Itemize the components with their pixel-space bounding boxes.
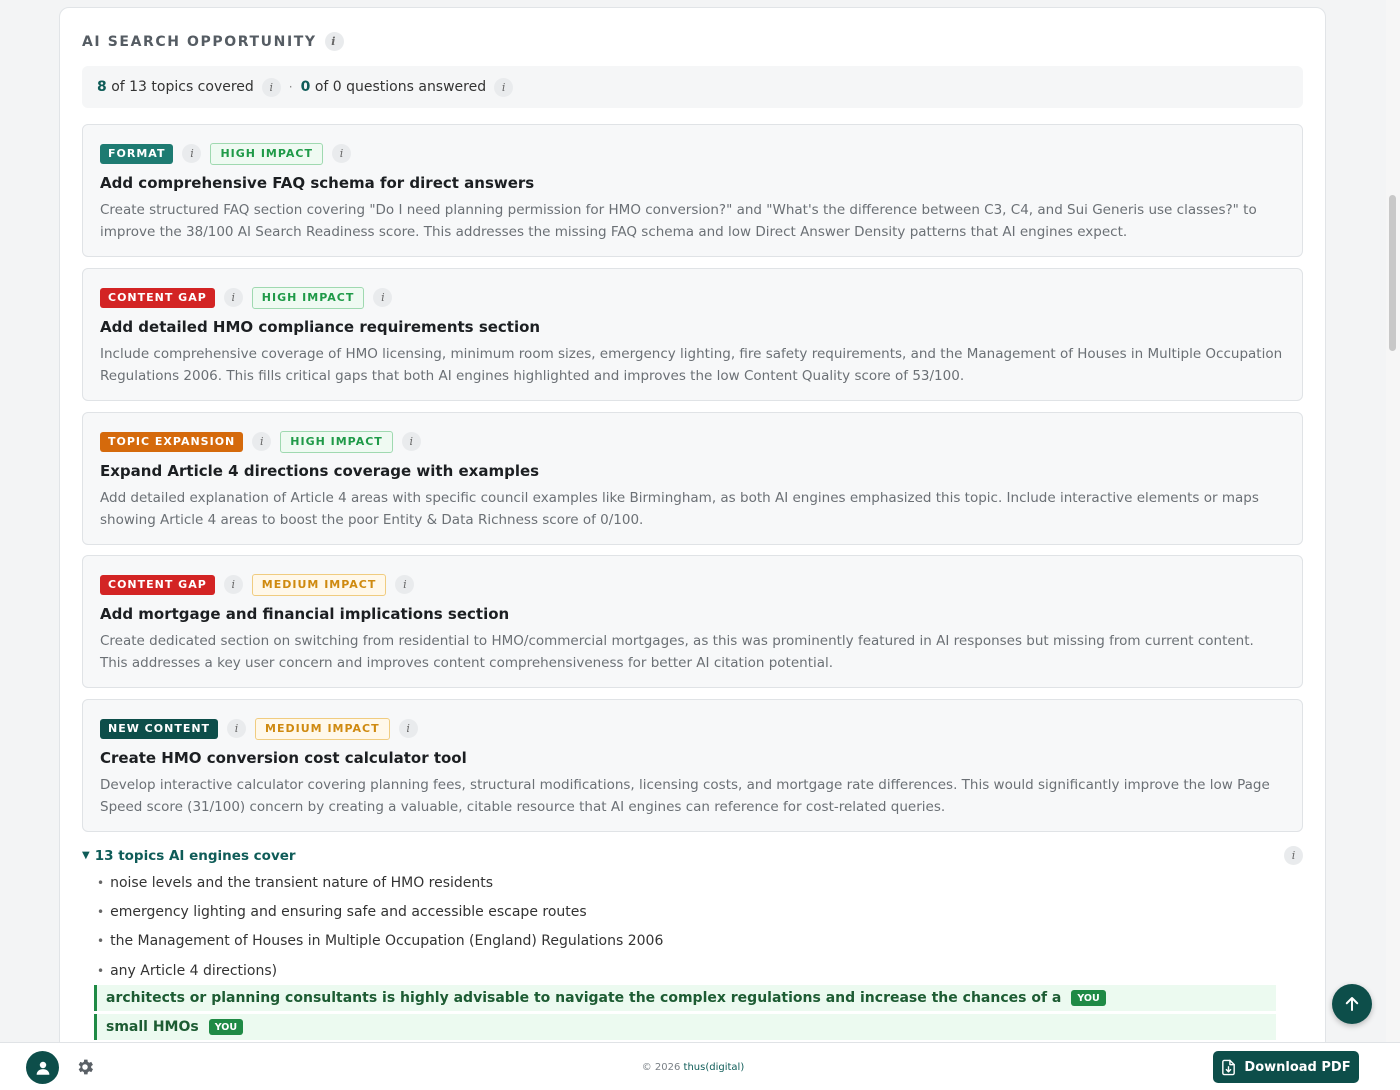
impact-badge: HIGH IMPACT [280,430,393,453]
you-badge: YOU [208,1019,244,1036]
topic-list: • noise levels and the transient nature o… [94,868,1276,1042]
recommendation-card: NEW CONTENT i MEDIUM IMPACT i Create HMO con… [82,699,1303,832]
info-icon[interactable]: i [261,77,281,97]
info-icon[interactable]: i [373,288,393,307]
topics-header: ▼ 13 topics AI engines cover i [82,846,1303,865]
section-title: AI SEARCH OPPORTUNITY [82,33,317,50]
recommendation-header: NEW CONTENT i MEDIUM IMPACT i [100,717,1284,740]
impact-badge: MEDIUM IMPACT [251,573,387,596]
footer-bar: © 2026 thus(digital) Download PDF [0,1042,1400,1090]
impact-badge: MEDIUM IMPACT [255,717,390,740]
info-icon[interactable]: i [252,432,272,451]
content-scroll-area[interactable]: AI SEARCH OPPORTUNITY i 8 of 13 topics c… [0,0,1386,1042]
info-icon[interactable]: i [401,432,421,451]
info-icon[interactable]: i [1284,846,1303,865]
info-icon[interactable]: i [395,575,415,594]
recommendation-description: Develop interactive calculator covering … [100,777,1270,815]
topic-item: • the Management of Houses in Multiple Oc… [94,927,1276,956]
info-icon[interactable]: i [223,288,243,307]
topics-covered-count: 8 [97,79,107,95]
impact-badge: HIGH IMPACT [210,142,323,165]
recommendation-description: Add detailed explanation of Article 4 ar… [100,490,1259,528]
topic-item: small HMOs YOU [94,1014,1276,1041]
recommendation-description: Create structured FAQ section covering "… [100,202,1257,240]
recommendation-header: TOPIC EXPANSION i HIGH IMPACT i [100,430,1284,453]
info-icon[interactable]: i [332,144,351,163]
topic-text: small HMOs [106,1019,199,1036]
topic-text: any Article 4 directions) [110,962,278,979]
info-icon[interactable]: i [494,77,514,97]
topic-item: • any Article 4 directions) [94,956,1276,985]
questions-answered-text: 0 of 0 questions answered [300,79,487,95]
recommendation-title: Add mortgage and financial implications … [100,605,510,623]
recommendation-title: Add comprehensive FAQ schema for direct … [100,174,535,192]
bullet: • [97,875,105,890]
topic-item: architects or planning consultants is hi… [94,985,1276,1012]
impact-badge: HIGH IMPACT [251,286,365,309]
vertical-scrollbar[interactable] [1386,0,1400,1042]
recommendation-description: Include comprehensive coverage of HMO li… [100,346,1283,384]
topics-covered-text: 8 of 13 topics covered [97,79,254,95]
recommendation-title: Create HMO conversion cost calculator to… [100,749,467,767]
category-tag: CONTENT GAP [100,287,215,308]
copyright-text: © 2026 thus(digital) [641,1062,745,1073]
file-download-icon [1222,1059,1236,1075]
back-to-top-button[interactable] [1332,984,1372,1024]
you-badge: YOU [1071,990,1106,1007]
info-icon[interactable]: i [182,144,202,163]
category-tag: CONTENT GAP [100,574,215,595]
ai-search-opportunity-card: AI SEARCH OPPORTUNITY i 8 of 13 topics c… [59,7,1326,1042]
category-tag: NEW CONTENT [100,718,219,739]
recommendation-description: Create dedicated section on switching fr… [100,633,1254,671]
topic-text: the Management of Houses in Multiple Occ… [110,933,664,950]
category-tag: TOPIC EXPANSION [100,431,244,452]
recommendation-title: Expand Article 4 directions coverage wit… [100,462,540,480]
arrow-up-icon [1345,997,1359,1011]
topic-text: noise levels and the transient nature of… [110,874,494,891]
brand-link[interactable]: thus(digital) [684,1062,745,1073]
recommendation-card: FORMAT i HIGH IMPACT i Add comprehensive FAQ… [82,124,1303,257]
topic-text: emergency lighting and ensuring safe and… [110,903,587,920]
section-header: AI SEARCH OPPORTUNITY i [82,32,344,51]
questions-answered-count: 0 [300,79,311,95]
topics-toggle[interactable]: ▼ 13 topics AI engines cover [82,848,296,864]
info-icon[interactable]: i [227,719,247,738]
topics-toggle-label: 13 topics AI engines cover [94,847,296,864]
recommendation-title: Add detailed HMO compliance requirements… [100,318,541,336]
recommendation-card: CONTENT GAP i HIGH IMPACT i Add detailed HMO… [82,268,1303,401]
bullet: • [97,963,105,978]
bullet: • [97,904,105,919]
info-icon[interactable]: i [324,32,344,51]
topic-text: architects or planning consultants is hi… [106,990,1062,1007]
recommendation-card: CONTENT GAP i MEDIUM IMPACT i Add mortgage a… [82,555,1303,688]
separator-dot: · [288,80,293,94]
category-tag: FORMAT [100,143,174,164]
triangle-down-icon: ▼ [82,850,90,861]
info-icon[interactable]: i [223,575,243,594]
info-icon[interactable]: i [398,719,418,738]
recommendation-header: FORMAT i HIGH IMPACT i [100,142,1284,165]
bullet: • [97,934,105,949]
download-pdf-button[interactable]: Download PDF [1213,1051,1359,1083]
topic-item: • emergency lighting and ensuring safe an… [94,897,1276,926]
recommendation-header: CONTENT GAP i HIGH IMPACT i [100,286,1284,309]
topic-item: • noise levels and the transient nature o… [94,868,1276,897]
recommendation-card: TOPIC EXPANSION i HIGH IMPACT i Expand Artic… [82,412,1303,545]
recommendation-header: CONTENT GAP i MEDIUM IMPACT i [100,573,1284,596]
coverage-summary: 8 of 13 topics covered i · 0 of 0 questi… [82,66,1303,108]
scrollbar-thumb[interactable] [1389,195,1396,351]
download-pdf-label: Download PDF [1244,1059,1351,1075]
